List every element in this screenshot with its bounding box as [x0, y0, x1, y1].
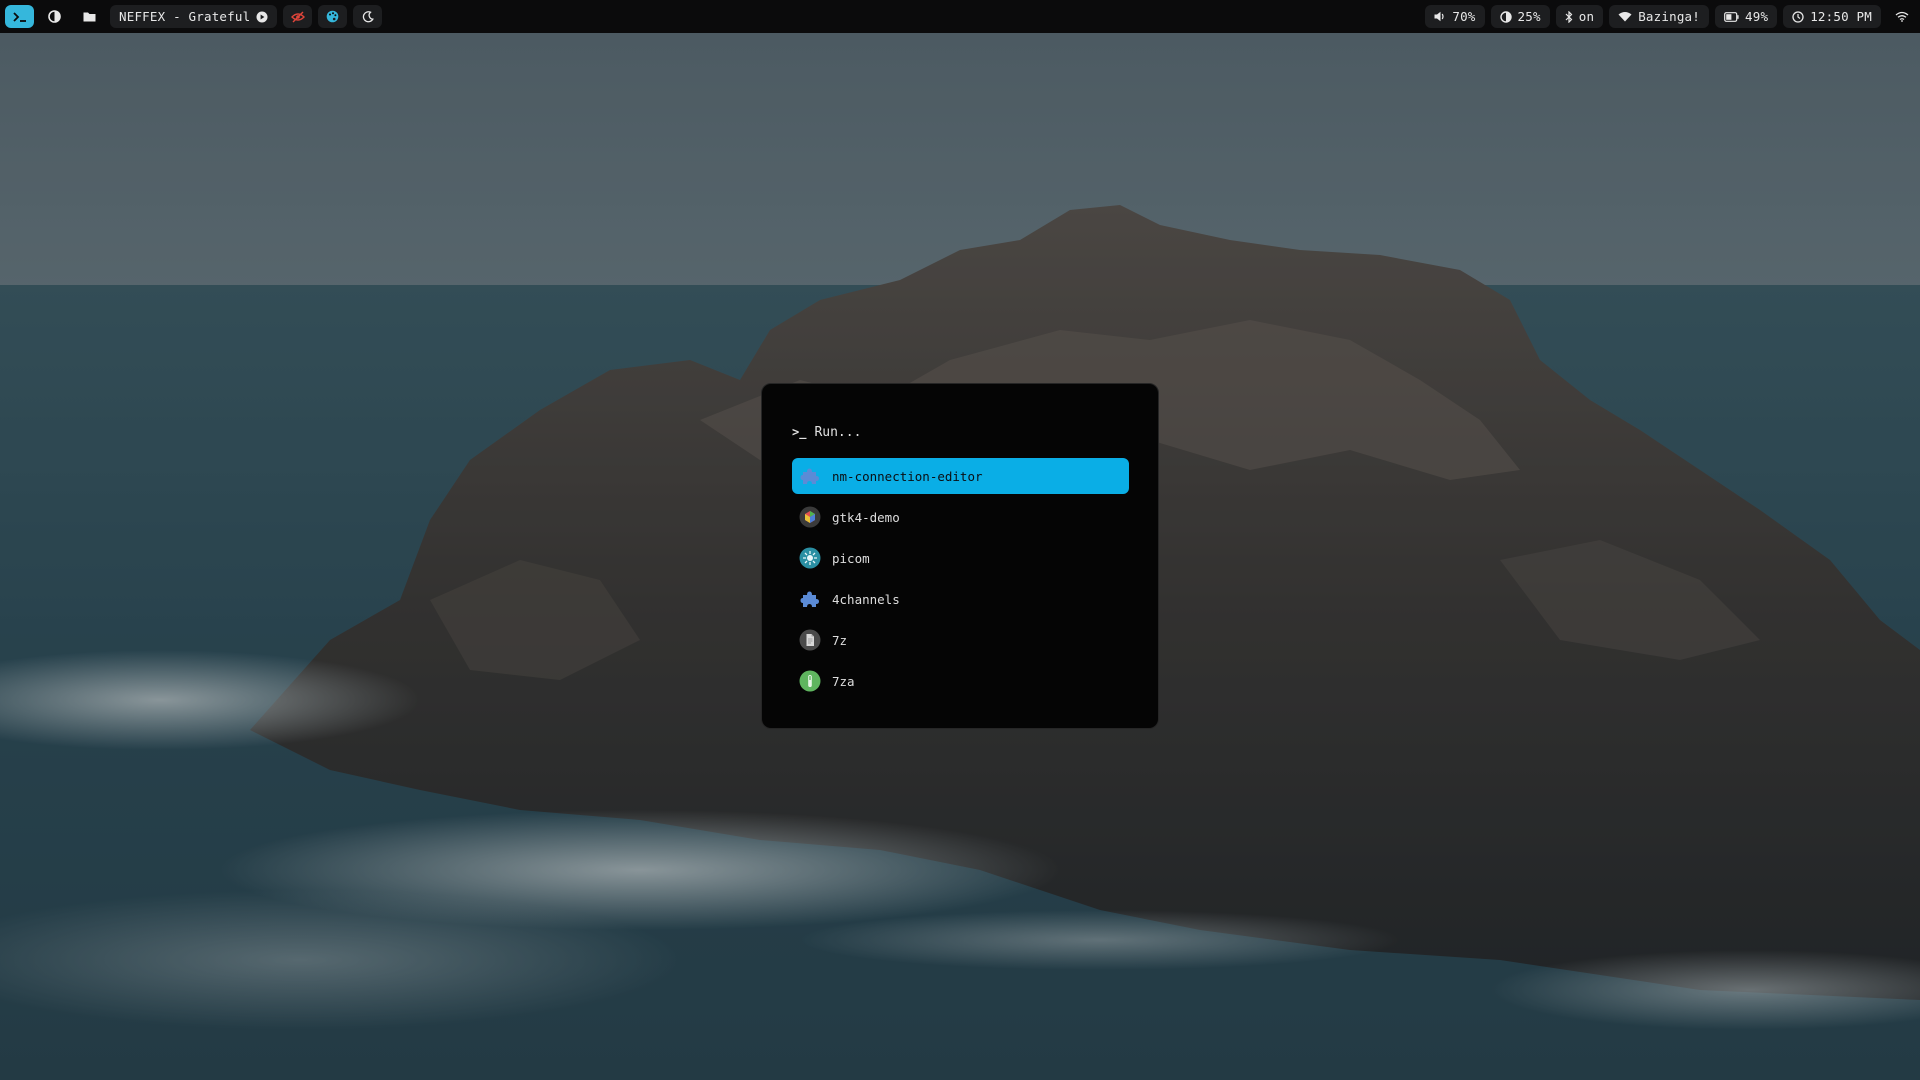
- result-picom[interactable]: picom: [792, 540, 1129, 576]
- wifi-widget[interactable]: Bazinga!: [1609, 5, 1709, 28]
- night-mode-toggle[interactable]: [353, 5, 383, 28]
- result-7za[interactable]: 7za: [792, 663, 1129, 699]
- bluetooth-widget[interactable]: on: [1555, 5, 1604, 28]
- color-picker-button[interactable]: [318, 5, 348, 28]
- system-tray[interactable]: [1887, 5, 1916, 28]
- run-search-input[interactable]: Run...: [814, 425, 861, 440]
- run-launcher-dialog: >_ Run... nm-connection-editor gtk4-demo…: [761, 383, 1159, 729]
- result-7z[interactable]: 7z: [792, 622, 1129, 658]
- picom-icon: [798, 546, 822, 570]
- result-nm-connection-editor[interactable]: nm-connection-editor: [792, 458, 1129, 494]
- battery-level: 49%: [1745, 9, 1769, 24]
- result-label: 7z: [832, 632, 848, 648]
- run-results-list: nm-connection-editor gtk4-demo picom 4ch…: [792, 458, 1129, 704]
- battery-widget[interactable]: 49%: [1715, 5, 1778, 28]
- eye-off-icon: [290, 11, 305, 23]
- prompt-symbol: >_: [792, 425, 807, 439]
- brightness-icon: [1499, 10, 1512, 23]
- result-4channels[interactable]: 4channels: [792, 581, 1129, 617]
- privacy-toggle[interactable]: [283, 5, 313, 28]
- file-icon: [798, 628, 822, 652]
- palette-icon: [326, 10, 339, 23]
- brightness-level: 25%: [1517, 9, 1541, 24]
- clock-time: 12:50 PM: [1810, 9, 1872, 24]
- clock-icon: [1792, 10, 1804, 23]
- speaker-icon: [1434, 11, 1446, 22]
- top-bar-right: 70% 25% on Bazinga! 49% 12:50 PM: [1425, 0, 1920, 33]
- archive-icon: [798, 669, 822, 693]
- volume-widget[interactable]: 70%: [1425, 5, 1485, 28]
- battery-icon: [1724, 11, 1739, 22]
- puzzle-icon: [798, 587, 822, 611]
- clock-widget[interactable]: 12:50 PM: [1783, 5, 1881, 28]
- result-label: gtk4-demo: [832, 509, 900, 525]
- gtk-icon: [798, 505, 822, 529]
- media-player-widget[interactable]: NEFFEX - Grateful: [110, 5, 278, 28]
- workspace-button-2[interactable]: [75, 5, 104, 28]
- circle-half-icon: [48, 10, 61, 23]
- result-label: 7za: [832, 673, 855, 689]
- workspace-button-1[interactable]: [40, 5, 69, 28]
- media-title: NEFFEX - Grateful: [119, 9, 251, 24]
- bluetooth-status: on: [1578, 9, 1595, 24]
- bluetooth-icon: [1565, 10, 1573, 23]
- run-prompt[interactable]: >_ Run...: [792, 422, 861, 442]
- top-bar-left: NEFFEX - Grateful: [0, 0, 383, 33]
- puzzle-icon: [798, 464, 822, 488]
- wifi-icon: [1618, 11, 1632, 22]
- top-bar: NEFFEX - Grateful 70% 25% on Bazinga! 49…: [0, 0, 1920, 33]
- wifi-network-name: Bazinga!: [1638, 9, 1700, 24]
- wifi-icon: [1895, 11, 1909, 22]
- terminal-prompt-icon: [12, 11, 27, 23]
- brightness-widget[interactable]: 25%: [1490, 5, 1550, 28]
- moon-icon: [362, 10, 374, 23]
- result-label: 4channels: [832, 591, 900, 607]
- folder-icon: [83, 11, 96, 22]
- app-launcher-button[interactable]: [5, 5, 34, 28]
- result-label: picom: [832, 550, 870, 566]
- result-gtk4-demo[interactable]: gtk4-demo: [792, 499, 1129, 535]
- volume-level: 70%: [1452, 9, 1476, 24]
- play-circle-icon[interactable]: [256, 11, 268, 23]
- result-label: nm-connection-editor: [832, 468, 983, 484]
